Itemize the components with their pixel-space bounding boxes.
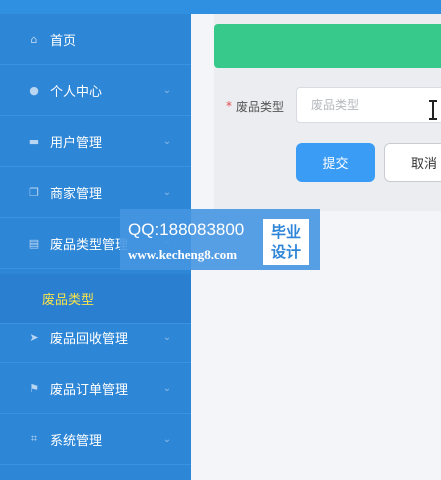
sidebar-item-system-management[interactable]: ⌗ 系统管理 ⌄ (0, 414, 191, 465)
chevron-down-icon: ⌄ (162, 186, 172, 198)
sidebar-item-personal-center[interactable]: ● 个人中心 ⌄ (0, 65, 191, 116)
waste-type-label: * 废品类型 (226, 96, 284, 116)
sidebar-item-user-management[interactable]: ▬ 用户管理 ⌄ (0, 116, 191, 167)
page-banner (214, 24, 441, 68)
sidebar-item-label: 商家管理 (50, 186, 103, 202)
sidebar-item-label: 系统管理 (50, 433, 103, 449)
required-mark: * (226, 99, 232, 113)
chevron-down-icon: ⌄ (162, 433, 172, 445)
sidebar-item-waste-order-management[interactable]: ⚑ 废品订单管理 ⌄ (0, 363, 191, 414)
waste-type-input[interactable] (296, 87, 441, 123)
user-icon: ● (29, 83, 39, 97)
sidebar-item-home[interactable]: ⌂ 首页 (0, 14, 191, 65)
clipboard-icon: ▤ (28, 236, 40, 250)
chevron-down-icon: ⌄ (162, 331, 172, 343)
chevron-down-icon: ⌄ (162, 382, 172, 394)
submit-button[interactable]: 提交 (296, 143, 375, 182)
text-cursor-icon (429, 100, 439, 120)
sidebar-item-waste-recycling-management[interactable]: ➤ 废品回收管理 ⌄ (0, 312, 191, 363)
watermark-url: www.kecheng8.com (128, 247, 238, 262)
sidebar-item-label: 用户管理 (50, 135, 103, 151)
chevron-down-icon: ⌄ (162, 135, 172, 147)
flag-icon: ⚑ (29, 381, 39, 395)
watermark-badge: 毕业 设计 (263, 219, 309, 265)
sidebar-item-label: 废品订单管理 (50, 382, 129, 398)
watermark-qq: QQ:188083800 (128, 220, 245, 239)
sidebar-item-label: 废品回收管理 (50, 331, 129, 347)
sidebar-item-label: 个人中心 (50, 84, 103, 100)
copy-icon: ❐ (29, 185, 39, 199)
waste-type-label-text: 废品类型 (236, 99, 285, 114)
cancel-button[interactable]: 取消 (384, 143, 441, 182)
crop-icon: ⌗ (30, 432, 38, 445)
watermark-badge-top: 毕业 (270, 223, 301, 241)
home-icon: ⌂ (30, 32, 38, 46)
chat-icon: ▬ (28, 134, 40, 148)
watermark-badge-bottom: 设计 (270, 243, 301, 261)
sidebar-item-label: 首页 (50, 33, 77, 49)
chevron-down-icon: ⌄ (162, 84, 172, 96)
send-icon: ➤ (29, 330, 39, 344)
